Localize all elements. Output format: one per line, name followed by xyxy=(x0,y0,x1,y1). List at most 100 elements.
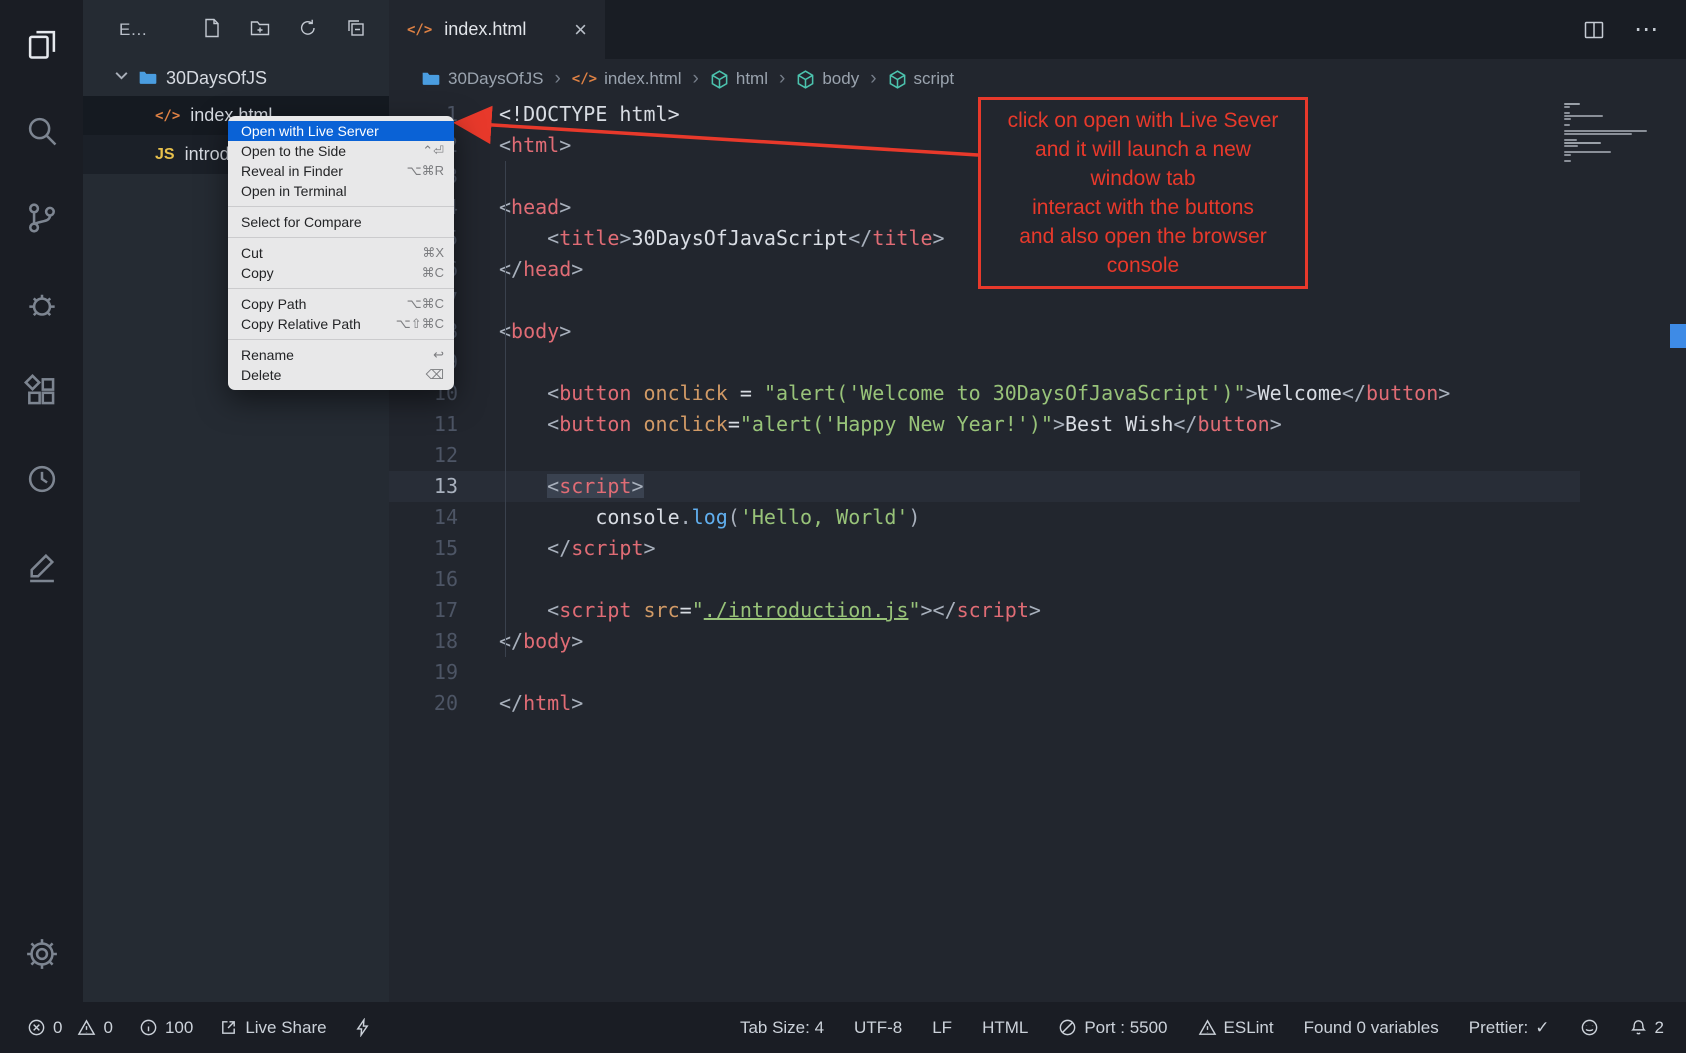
line-number[interactable]: 20 xyxy=(389,688,458,719)
line-number[interactable]: 12 xyxy=(389,440,458,471)
code-line[interactable]: 8<body> xyxy=(389,316,1686,347)
line-number[interactable]: 16 xyxy=(389,564,458,595)
line-number[interactable]: 17 xyxy=(389,595,458,626)
menu-item-label: Delete xyxy=(241,367,426,383)
code-text[interactable]: <title>30DaysOfJavaScript</title> xyxy=(499,223,945,254)
history-button[interactable] xyxy=(0,435,83,522)
menu-item-label: Copy Relative Path xyxy=(241,316,396,332)
line-number[interactable]: 19 xyxy=(389,657,458,688)
eol-indicator[interactable]: LF xyxy=(932,1018,952,1038)
tree-folder-30daysofjs[interactable]: 30DaysOfJS xyxy=(83,60,389,96)
refresh-button[interactable] xyxy=(297,17,323,43)
code-line[interactable]: 16 xyxy=(389,564,1686,595)
live-share-button[interactable]: Live Share xyxy=(219,1018,326,1038)
code-text[interactable]: <head> xyxy=(499,192,571,223)
code-text[interactable]: </html> xyxy=(499,688,583,719)
line-number[interactable]: 13 xyxy=(389,471,458,502)
breadcrumb-item-file[interactable]: </> index.html xyxy=(572,69,682,89)
code-text[interactable]: <button onclick = "alert('Welcome to 30D… xyxy=(499,378,1450,409)
context-menu-item[interactable]: Copy Path⌥⌘C xyxy=(228,294,454,314)
line-number[interactable]: 18 xyxy=(389,626,458,657)
notifications-button[interactable]: 2 xyxy=(1629,1018,1664,1038)
activity-bar xyxy=(0,0,83,1002)
code-text[interactable]: console.log('Hello, World') xyxy=(499,502,920,533)
line-number[interactable]: 11 xyxy=(389,409,458,440)
context-menu-item[interactable]: Open to the Side⌃⏎ xyxy=(228,141,454,161)
code-line[interactable]: 7 xyxy=(389,285,1686,316)
run-debug-button[interactable] xyxy=(0,261,83,348)
code-line[interactable]: 14 console.log('Hello, World') xyxy=(389,502,1686,533)
scrollbar-marker[interactable] xyxy=(1670,324,1686,348)
code-text[interactable]: <!DOCTYPE html> xyxy=(499,99,680,130)
breadcrumb-item-html[interactable]: html xyxy=(710,69,768,89)
breadcrumb-item-folder[interactable]: 30DaysOfJS xyxy=(421,69,543,89)
eslint-indicator[interactable]: ESLint xyxy=(1198,1018,1274,1038)
language-indicator[interactable]: HTML xyxy=(982,1018,1028,1038)
new-file-button[interactable] xyxy=(201,17,227,43)
encoding-indicator[interactable]: UTF-8 xyxy=(854,1018,902,1038)
source-control-button[interactable] xyxy=(0,174,83,261)
settings-button[interactable] xyxy=(0,906,83,1002)
context-menu-item[interactable]: Copy⌘C xyxy=(228,263,454,283)
port-indicator[interactable]: Port : 5500 xyxy=(1058,1018,1167,1038)
code-line[interactable]: 15 </script> xyxy=(389,533,1686,564)
context-menu-item[interactable]: Select for Compare xyxy=(228,212,454,232)
code-text[interactable]: </body> xyxy=(499,626,583,657)
code-line[interactable]: 13 <script> xyxy=(389,471,1686,502)
search-button[interactable] xyxy=(0,87,83,174)
tab-index-html[interactable]: </> index.html × xyxy=(389,0,605,59)
problems-indicator[interactable]: 0 0 xyxy=(27,1018,113,1038)
folder-name: 30DaysOfJS xyxy=(166,68,267,89)
feedback-smiley-button[interactable] xyxy=(1580,1018,1599,1037)
info-indicator[interactable]: 100 xyxy=(139,1018,193,1038)
code-line[interactable]: 19 xyxy=(389,657,1686,688)
code-line[interactable]: 9 xyxy=(389,347,1686,378)
context-menu-item[interactable]: Reveal in Finder⌥⌘R xyxy=(228,161,454,181)
eslint-label: ESLint xyxy=(1224,1018,1274,1038)
code-text[interactable]: <script src="./introduction.js"></script… xyxy=(499,595,1041,626)
breadcrumb-item-script[interactable]: script xyxy=(888,69,955,89)
explorer-button[interactable] xyxy=(0,0,83,87)
line-number[interactable]: 14 xyxy=(389,502,458,533)
symbol-cube-icon xyxy=(710,70,729,89)
minimap[interactable] xyxy=(1564,103,1656,163)
feedback-button[interactable] xyxy=(0,522,83,609)
code-line[interactable]: 11 <button onclick="alert('Happy New Yea… xyxy=(389,409,1686,440)
prettier-label: Prettier: xyxy=(1469,1018,1529,1038)
breadcrumb-item-body[interactable]: body xyxy=(796,69,859,89)
tab-size-indicator[interactable]: Tab Size: 4 xyxy=(740,1018,824,1038)
context-menu-item[interactable]: Delete⌫ xyxy=(228,365,454,385)
new-folder-button[interactable] xyxy=(249,17,275,43)
variables-indicator[interactable]: Found 0 variables xyxy=(1304,1018,1439,1038)
context-menu-item[interactable]: Rename↩ xyxy=(228,345,454,365)
code-text[interactable]: <body> xyxy=(499,316,571,347)
context-menu-item[interactable]: Open with Live Server xyxy=(228,121,454,141)
code-text[interactable]: </head> xyxy=(499,254,583,285)
more-actions-icon[interactable]: ⋯ xyxy=(1634,15,1660,44)
prettier-indicator[interactable]: Prettier: ✓ xyxy=(1469,1018,1550,1038)
code-line[interactable]: 18 </body> xyxy=(389,626,1686,657)
code-text[interactable]: <html> xyxy=(499,130,571,161)
collapse-all-button[interactable] xyxy=(345,17,371,43)
code-line[interactable]: 17 <script src="./introduction.js"></scr… xyxy=(389,595,1686,626)
chevron-right-icon: › xyxy=(690,68,702,90)
warning-count: 0 xyxy=(103,1018,112,1038)
context-menu-item[interactable]: Cut⌘X xyxy=(228,243,454,263)
collapse-all-icon xyxy=(345,17,367,39)
menu-separator xyxy=(228,206,454,207)
split-editor-icon[interactable] xyxy=(1582,18,1606,42)
code-text[interactable]: </script> xyxy=(499,533,656,564)
close-icon[interactable]: × xyxy=(574,17,587,43)
code-line[interactable]: 10 <button onclick = "alert('Welcome to … xyxy=(389,378,1686,409)
context-menu-item[interactable]: Open in Terminal xyxy=(228,181,454,201)
bolt-button[interactable] xyxy=(353,1018,372,1037)
extensions-button[interactable] xyxy=(0,348,83,435)
code-text[interactable]: <button onclick="alert('Happy New Year!'… xyxy=(499,409,1282,440)
line-number[interactable]: 15 xyxy=(389,533,458,564)
breadcrumb-label: body xyxy=(822,69,859,89)
code-text[interactable]: <script> xyxy=(499,471,644,502)
context-menu-item[interactable]: Copy Relative Path⌥⇧⌘C xyxy=(228,314,454,334)
folder-icon xyxy=(138,68,158,88)
code-line[interactable]: 12 xyxy=(389,440,1686,471)
code-line[interactable]: 20 </html> xyxy=(389,688,1686,719)
